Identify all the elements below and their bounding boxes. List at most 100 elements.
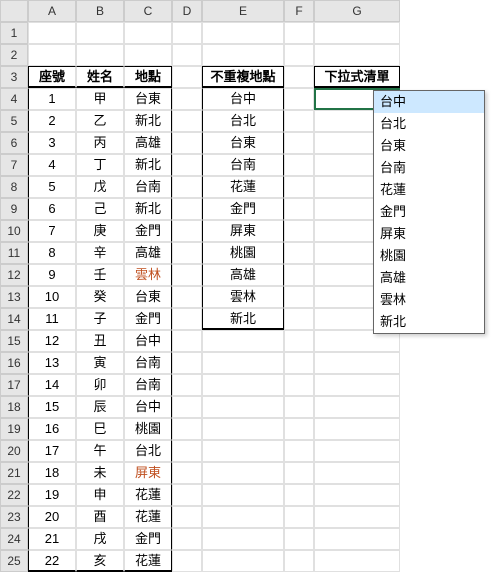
- cell-C5[interactable]: 新北: [124, 110, 172, 132]
- cell-B17[interactable]: 卯: [76, 374, 124, 396]
- cell-F18[interactable]: [284, 396, 314, 418]
- cell-F23[interactable]: [284, 506, 314, 528]
- cell-C7[interactable]: 新北: [124, 154, 172, 176]
- cell-A16[interactable]: 13: [28, 352, 76, 374]
- cell-C15[interactable]: 台中: [124, 330, 172, 352]
- cell-C2[interactable]: [124, 44, 172, 66]
- cell-A3[interactable]: 座號: [28, 66, 76, 88]
- cell-B24[interactable]: 戌: [76, 528, 124, 550]
- cell-E8[interactable]: 花蓮: [202, 176, 284, 198]
- dropdown-item[interactable]: 桃園: [374, 245, 484, 267]
- cell-A1[interactable]: [28, 22, 76, 44]
- cell-B14[interactable]: 子: [76, 308, 124, 330]
- cell-F22[interactable]: [284, 484, 314, 506]
- cell-D5[interactable]: [172, 110, 202, 132]
- cell-F2[interactable]: [284, 44, 314, 66]
- cell-E2[interactable]: [202, 44, 284, 66]
- cell-C14[interactable]: 金門: [124, 308, 172, 330]
- cell-C24[interactable]: 金門: [124, 528, 172, 550]
- cell-F6[interactable]: [284, 132, 314, 154]
- cell-F4[interactable]: [284, 88, 314, 110]
- dropdown-item[interactable]: 台北: [374, 113, 484, 135]
- cell-C25[interactable]: 花蓮: [124, 550, 172, 572]
- row-header-12[interactable]: 12: [0, 264, 28, 286]
- cell-B4[interactable]: 甲: [76, 88, 124, 110]
- cell-D19[interactable]: [172, 418, 202, 440]
- cell-C9[interactable]: 新北: [124, 198, 172, 220]
- cell-D3[interactable]: [172, 66, 202, 88]
- dropdown-item[interactable]: 台南: [374, 157, 484, 179]
- cell-E13[interactable]: 雲林: [202, 286, 284, 308]
- row-header-2[interactable]: 2: [0, 44, 28, 66]
- cell-G20[interactable]: [314, 440, 400, 462]
- cell-F14[interactable]: [284, 308, 314, 330]
- cell-E15[interactable]: [202, 330, 284, 352]
- cell-E7[interactable]: 台南: [202, 154, 284, 176]
- cell-C6[interactable]: 高雄: [124, 132, 172, 154]
- cell-D1[interactable]: [172, 22, 202, 44]
- cell-C19[interactable]: 桃園: [124, 418, 172, 440]
- cell-D17[interactable]: [172, 374, 202, 396]
- cell-A22[interactable]: 19: [28, 484, 76, 506]
- cell-B6[interactable]: 丙: [76, 132, 124, 154]
- cell-E22[interactable]: [202, 484, 284, 506]
- cell-B7[interactable]: 丁: [76, 154, 124, 176]
- cell-E9[interactable]: 金門: [202, 198, 284, 220]
- cell-A12[interactable]: 9: [28, 264, 76, 286]
- cell-C21[interactable]: 屏東: [124, 462, 172, 484]
- cell-G18[interactable]: [314, 396, 400, 418]
- row-header-18[interactable]: 18: [0, 396, 28, 418]
- cell-G17[interactable]: [314, 374, 400, 396]
- cell-D10[interactable]: [172, 220, 202, 242]
- cell-A15[interactable]: 12: [28, 330, 76, 352]
- cell-E12[interactable]: 高雄: [202, 264, 284, 286]
- cell-B9[interactable]: 己: [76, 198, 124, 220]
- row-header-14[interactable]: 14: [0, 308, 28, 330]
- cell-E21[interactable]: [202, 462, 284, 484]
- cell-D22[interactable]: [172, 484, 202, 506]
- cell-B21[interactable]: 未: [76, 462, 124, 484]
- row-header-9[interactable]: 9: [0, 198, 28, 220]
- cell-D16[interactable]: [172, 352, 202, 374]
- cell-A13[interactable]: 10: [28, 286, 76, 308]
- cell-C10[interactable]: 金門: [124, 220, 172, 242]
- cell-D9[interactable]: [172, 198, 202, 220]
- cell-D6[interactable]: [172, 132, 202, 154]
- row-header-16[interactable]: 16: [0, 352, 28, 374]
- cell-D24[interactable]: [172, 528, 202, 550]
- cell-F9[interactable]: [284, 198, 314, 220]
- cell-A17[interactable]: 14: [28, 374, 76, 396]
- cell-F15[interactable]: [284, 330, 314, 352]
- cell-C20[interactable]: 台北: [124, 440, 172, 462]
- cell-A5[interactable]: 2: [28, 110, 76, 132]
- cell-A19[interactable]: 16: [28, 418, 76, 440]
- cell-C1[interactable]: [124, 22, 172, 44]
- cell-C3[interactable]: 地點: [124, 66, 172, 88]
- cell-E6[interactable]: 台東: [202, 132, 284, 154]
- cell-G21[interactable]: [314, 462, 400, 484]
- cell-C12[interactable]: 雲林: [124, 264, 172, 286]
- cell-A6[interactable]: 3: [28, 132, 76, 154]
- row-header-4[interactable]: 4: [0, 88, 28, 110]
- cell-D25[interactable]: [172, 550, 202, 572]
- cell-F19[interactable]: [284, 418, 314, 440]
- cell-E10[interactable]: 屏東: [202, 220, 284, 242]
- column-header-A[interactable]: A: [28, 0, 76, 22]
- row-header-20[interactable]: 20: [0, 440, 28, 462]
- dropdown-item[interactable]: 雲林: [374, 289, 484, 311]
- row-header-22[interactable]: 22: [0, 484, 28, 506]
- cell-A2[interactable]: [28, 44, 76, 66]
- dropdown-list[interactable]: 台中台北台東台南花蓮金門屏東桃園高雄雲林新北: [373, 90, 485, 334]
- cell-F12[interactable]: [284, 264, 314, 286]
- cell-A25[interactable]: 22: [28, 550, 76, 572]
- cell-B20[interactable]: 午: [76, 440, 124, 462]
- row-header-1[interactable]: 1: [0, 22, 28, 44]
- cell-F5[interactable]: [284, 110, 314, 132]
- cell-E11[interactable]: 桃園: [202, 242, 284, 264]
- dropdown-item[interactable]: 台東: [374, 135, 484, 157]
- dropdown-item[interactable]: 屏東: [374, 223, 484, 245]
- cell-F1[interactable]: [284, 22, 314, 44]
- cell-F25[interactable]: [284, 550, 314, 572]
- cell-F21[interactable]: [284, 462, 314, 484]
- column-header-E[interactable]: E: [202, 0, 284, 22]
